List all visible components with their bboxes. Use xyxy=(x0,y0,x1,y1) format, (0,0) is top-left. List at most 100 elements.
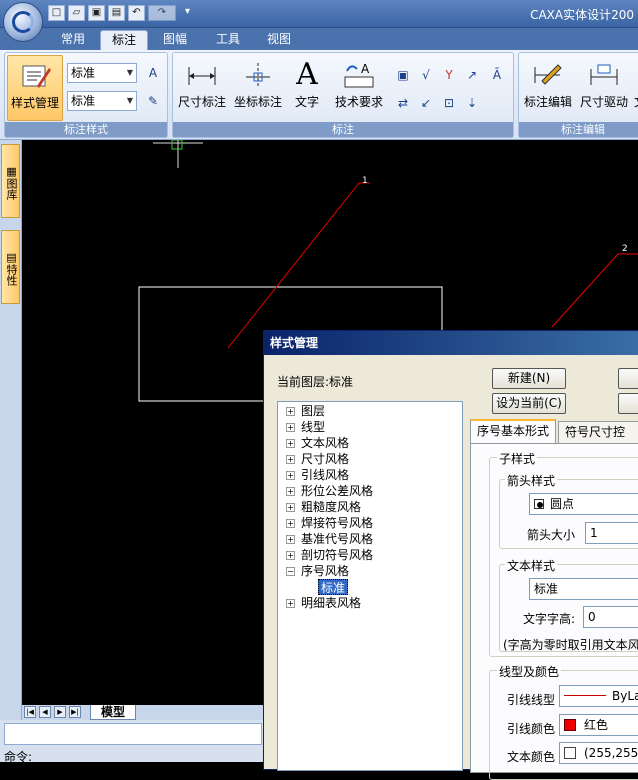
text-color-select[interactable]: (255,255, xyxy=(559,742,638,764)
arrow-style-value: 圆点 xyxy=(550,497,575,511)
expand-icon: + xyxy=(286,407,295,416)
tree-item-label: 图层 xyxy=(301,404,326,418)
tree-item-label: 引线风格 xyxy=(301,468,350,482)
tree-item-expanded[interactable]: − 序号风格 xyxy=(286,563,349,579)
ribbon-tab-row: 常用 标注 图幅 工具 视图 xyxy=(0,28,638,50)
library-icon: ▦ xyxy=(5,164,18,178)
app-menu-button[interactable] xyxy=(3,2,43,42)
undo-icon[interactable]: ↶ xyxy=(128,5,145,21)
tree-item[interactable]: + 形位公差风格 xyxy=(286,483,373,499)
dimension-label: 尺寸标注 xyxy=(177,95,226,109)
tree-item[interactable]: + 尺寸风格 xyxy=(286,451,349,467)
annotate-group-caption: 标注 xyxy=(173,122,513,137)
library-tab[interactable]: ▦图库 xyxy=(1,144,20,218)
annotation-edit-button[interactable]: 标注编辑 xyxy=(521,55,575,121)
expand-icon: + xyxy=(286,487,295,496)
tree-item[interactable]: + 焊接符号风格 xyxy=(286,515,373,531)
secondary-button-cut[interactable] xyxy=(618,393,638,414)
tree-item-label: 明细表风格 xyxy=(301,596,362,610)
style-manage-icon xyxy=(19,60,51,92)
tab-annotate[interactable]: 标注 xyxy=(100,30,149,50)
new-file-icon[interactable]: □ xyxy=(48,5,65,21)
roughness-icon[interactable]: √ xyxy=(416,65,436,85)
tree-item-selected[interactable]: 标准 xyxy=(318,579,349,595)
expand-icon: + xyxy=(286,423,295,432)
open-folder-icon[interactable]: ▱ xyxy=(68,5,85,21)
arrow-style-select[interactable]: 圆点 xyxy=(529,493,638,515)
tree-item-label: 尺寸风格 xyxy=(301,452,350,466)
section-symbol-icon[interactable]: ↙ xyxy=(416,93,436,113)
dimension-style-edit-icon[interactable]: ✎ xyxy=(143,91,163,111)
expand-icon: + xyxy=(286,599,295,608)
tree-item[interactable]: + 引线风格 xyxy=(286,467,349,483)
redo-icon[interactable]: ↷ xyxy=(148,5,176,21)
red-swatch-icon xyxy=(564,719,576,731)
text-style-combo[interactable]: 标准 ▼ xyxy=(67,63,137,83)
style-manage-label: 样式管理 xyxy=(10,96,59,110)
tree-item[interactable]: + 明细表风格 xyxy=(286,595,361,611)
dimension-style-combo[interactable]: 标准 ▼ xyxy=(67,91,137,111)
tree-item[interactable]: + 粗糙度风格 xyxy=(286,499,361,515)
text-height-input[interactable]: 0 xyxy=(583,606,638,628)
chevron-down-icon: ▼ xyxy=(126,96,133,105)
style-manage-button[interactable]: 样式管理 xyxy=(7,55,63,121)
expand-icon: + xyxy=(286,519,295,528)
caxa-logo-icon xyxy=(12,11,34,33)
save-icon[interactable]: ▣ xyxy=(88,5,105,21)
text-button[interactable]: A 文字 xyxy=(287,55,327,121)
annotate-group: 尺寸标注 坐标标注 A 文字 A 技术要求 ▣ √ Y ↗ Ā ⇄ ↙ ⊡ ⇣ … xyxy=(172,52,514,138)
delete-button-cut[interactable] xyxy=(618,368,638,389)
print-icon[interactable]: ▤ xyxy=(108,5,125,21)
tree-item[interactable]: + 图层 xyxy=(286,403,325,419)
expand-icon: + xyxy=(286,439,295,448)
leader-color-select[interactable]: 红色 xyxy=(559,714,638,736)
new-button[interactable]: 新建(N) xyxy=(492,368,566,389)
tree-item-label: 基准代号风格 xyxy=(301,532,374,546)
datum-icon[interactable]: ⇄ xyxy=(393,93,413,113)
coordinate-label: 坐标标注 xyxy=(233,95,282,109)
first-tab-icon[interactable]: |◀ xyxy=(24,706,36,718)
tree-item-label: 粗糙度风格 xyxy=(301,500,362,514)
tree-item[interactable]: + 基准代号风格 xyxy=(286,531,373,547)
next-tab-icon[interactable]: ▶ xyxy=(54,706,66,718)
leader-linetype-select[interactable]: ByLay xyxy=(559,685,638,707)
model-tab[interactable]: 模型 xyxy=(90,705,137,720)
tab-symbol-size[interactable]: 符号尺寸控制 xyxy=(558,421,638,459)
text-height-note: (字高为零时取引用文本风 xyxy=(503,638,638,652)
tab-sheet[interactable]: 图幅 xyxy=(152,30,198,50)
prev-tab-icon[interactable]: ◀ xyxy=(39,706,51,718)
tree-item[interactable]: + 文本风格 xyxy=(286,435,349,451)
properties-tab[interactable]: ▤特性 xyxy=(1,230,20,304)
text-style-edit-icon[interactable]: A xyxy=(143,63,163,83)
coordinate-button[interactable]: 坐标标注 xyxy=(231,55,285,121)
center-mark-icon[interactable]: ⇣ xyxy=(462,93,482,113)
current-layer-label: 当前图层:标准 xyxy=(277,375,354,389)
tech-requirement-button[interactable]: A 技术要求 xyxy=(331,55,387,121)
text-style-combo-value: 标准 xyxy=(71,66,96,80)
set-current-button[interactable]: 设为当前(C) xyxy=(492,393,566,414)
leader-text-icon[interactable]: ↗ xyxy=(462,65,482,85)
expand-icon: + xyxy=(286,551,295,560)
linetype-color-label: 线型及颜色 xyxy=(497,663,562,680)
tolerance-icon[interactable]: ▣ xyxy=(393,65,413,85)
tab-view[interactable]: 视图 xyxy=(256,30,302,50)
tab-tools[interactable]: 工具 xyxy=(205,30,251,50)
dimension-drive-button[interactable]: 尺寸驱动 xyxy=(577,55,631,121)
text-frame-icon[interactable]: Ā xyxy=(487,65,507,85)
last-tab-icon[interactable]: ▶| xyxy=(69,706,81,718)
dimension-button[interactable]: 尺寸标注 xyxy=(175,55,229,121)
balloon-icon[interactable]: ⊡ xyxy=(439,93,459,113)
text-style-select[interactable]: 标准 xyxy=(529,578,638,600)
tab-balloon-basic[interactable]: 序号基本形式 xyxy=(470,419,557,443)
expand-icon: + xyxy=(286,535,295,544)
tree-item[interactable]: + 剖切符号风格 xyxy=(286,547,373,563)
text-style-label: 文本样式 xyxy=(505,557,558,574)
customize-icon[interactable]: ▾ xyxy=(179,5,196,21)
arrow-size-input[interactable]: 1 xyxy=(585,522,638,544)
dialog-title: 样式管理 xyxy=(264,331,638,355)
weld-symbol-icon[interactable]: Y xyxy=(439,65,459,85)
tab-common[interactable]: 常用 xyxy=(50,30,96,50)
text-edit-button-cut[interactable]: 文 xyxy=(633,55,638,121)
tree-item[interactable]: + 线型 xyxy=(286,419,325,435)
window-title: CAXA实体设计200 xyxy=(530,8,634,22)
